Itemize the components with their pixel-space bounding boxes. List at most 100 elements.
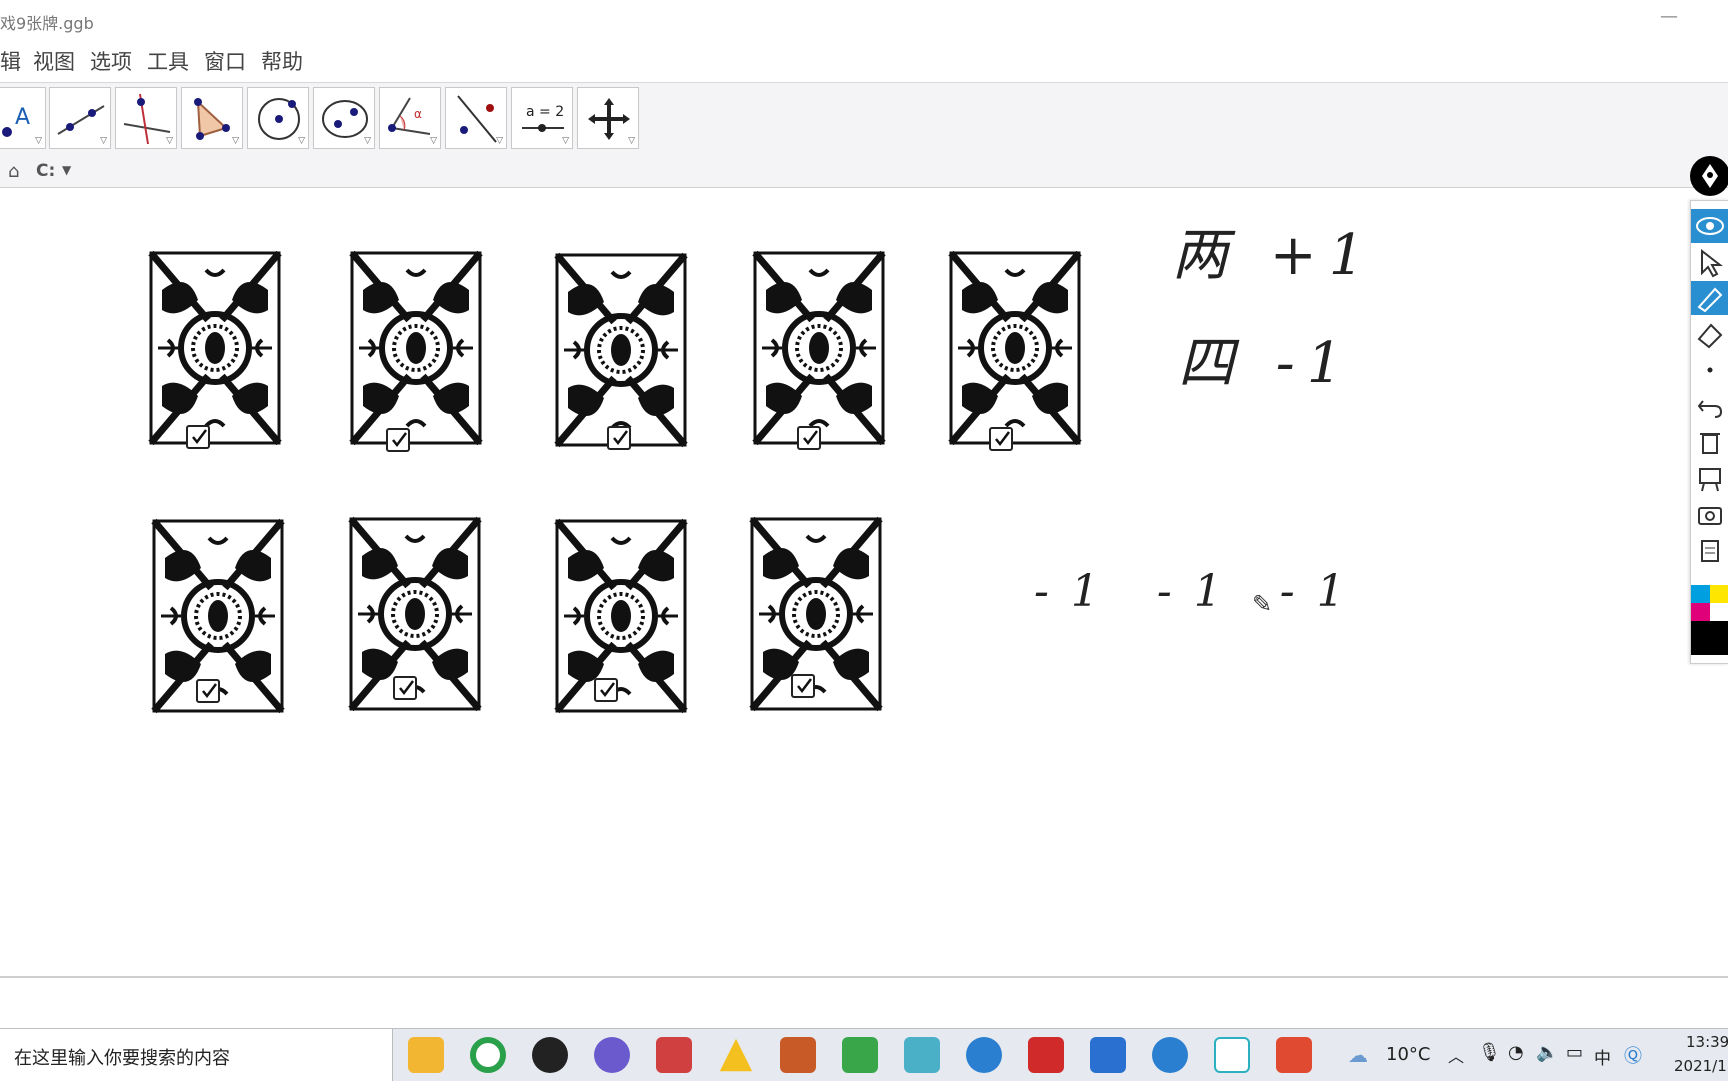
undo-button[interactable]: [1691, 389, 1728, 423]
clipboard-icon: [1701, 540, 1719, 562]
angle-tool-button[interactable]: α ▽: [379, 87, 441, 149]
network-icon[interactable]: ◔: [1508, 1042, 1524, 1063]
reflect-tool-button[interactable]: ▽: [445, 87, 507, 149]
camera-icon: [1698, 507, 1722, 525]
card-checkbox[interactable]: [797, 426, 821, 450]
toolbar: A ▽ ▽ ▽ ▽ ▽ ▽ α ▽ ▽ a = 2 ▽ ▽: [0, 82, 1728, 156]
pencil-cursor-icon: ✎: [1252, 590, 1273, 618]
card-checkbox[interactable]: [791, 674, 815, 698]
handwriting-note-2: 四 -1: [1178, 331, 1355, 396]
color-swatch-cyan[interactable]: [1691, 585, 1710, 603]
polygon-tool-button[interactable]: ▽: [181, 87, 243, 149]
playing-card-back[interactable]: [554, 252, 688, 448]
slider-tool-button[interactable]: a = 2 ▽: [511, 87, 573, 149]
board-icon: [1699, 468, 1721, 492]
playing-card-back[interactable]: [752, 250, 886, 446]
clock-date[interactable]: 2021/1: [1674, 1057, 1727, 1075]
menu-bar: 辑 视图 选项 工具 窗口 帮助: [0, 40, 1728, 80]
eye-icon: [1696, 217, 1724, 235]
chevron-down-icon[interactable]: ▼: [62, 163, 71, 177]
card-checkbox[interactable]: [196, 679, 220, 703]
playing-card-back[interactable]: [148, 250, 282, 446]
card-back-pattern-icon: [554, 518, 688, 714]
card-checkbox[interactable]: [393, 676, 417, 700]
point-tool-button[interactable]: A ▽: [0, 87, 46, 149]
menu-view[interactable]: 视图: [33, 46, 75, 76]
app-b-icon[interactable]: [1152, 1037, 1188, 1073]
app-bird-icon[interactable]: [966, 1037, 1002, 1073]
card-checkbox[interactable]: [607, 426, 631, 450]
color-palette[interactable]: [1691, 585, 1728, 655]
circle-tool-button[interactable]: ▽: [247, 87, 309, 149]
drive-path[interactable]: C:: [36, 161, 55, 181]
menu-options[interactable]: 选项: [90, 46, 132, 76]
pen-nib-icon: [1702, 164, 1718, 188]
eraser-button[interactable]: [1691, 317, 1728, 351]
weather-temperature[interactable]: 10°C: [1386, 1044, 1430, 1065]
app-q-tray-icon[interactable]: Ⓠ: [1624, 1042, 1642, 1068]
clock-time[interactable]: 13:39: [1686, 1033, 1728, 1051]
microphone-icon[interactable]: 🎙: [1478, 1042, 1501, 1063]
delete-button[interactable]: [1691, 425, 1728, 459]
camtasia-icon[interactable]: [842, 1037, 878, 1073]
conic-tool-button[interactable]: ▽: [313, 87, 375, 149]
algebra-input-bar[interactable]: [0, 976, 1728, 1020]
perpendicular-line-tool-button[interactable]: ▽: [115, 87, 177, 149]
checkmark-icon: [399, 680, 414, 696]
file-explorer-icon[interactable]: [408, 1037, 444, 1073]
line-tool-button[interactable]: ▽: [49, 87, 111, 149]
move-graphics-view-button[interactable]: ▽: [577, 87, 639, 149]
search-placeholder: 在这里输入你要搜索的内容: [14, 1048, 230, 1069]
app-folder-icon[interactable]: [904, 1037, 940, 1073]
app-swallow-icon[interactable]: [1090, 1037, 1126, 1073]
card-checkbox[interactable]: [386, 428, 410, 452]
app-stripes-icon[interactable]: [780, 1037, 816, 1073]
eye-toggle-button[interactable]: [1691, 209, 1728, 243]
minimize-button[interactable]: —: [1660, 6, 1678, 27]
color-swatch-magenta[interactable]: [1691, 603, 1710, 621]
app-c-icon[interactable]: [1276, 1037, 1312, 1073]
whiteboard-button[interactable]: [1691, 461, 1728, 495]
xmind-icon[interactable]: [1028, 1037, 1064, 1073]
playing-card-back[interactable]: [554, 518, 688, 714]
pen-button[interactable]: [1691, 281, 1728, 315]
warning-icon[interactable]: [719, 1038, 753, 1072]
screenshot-button[interactable]: [1691, 497, 1728, 531]
menu-window[interactable]: 窗口: [204, 46, 246, 76]
volume-icon[interactable]: 🔈: [1536, 1042, 1558, 1063]
menu-help[interactable]: 帮助: [261, 46, 303, 76]
chevron-up-icon[interactable]: ︿: [1448, 1043, 1464, 1067]
qq-penguin-icon[interactable]: [532, 1037, 568, 1073]
battery-icon[interactable]: ▭: [1566, 1042, 1583, 1063]
card-back-pattern-icon: [554, 252, 688, 448]
taskbar-search-box[interactable]: 在这里输入你要搜索的内容: [0, 1029, 393, 1081]
browser-icon[interactable]: [470, 1037, 506, 1073]
playing-card-back[interactable]: [349, 250, 483, 446]
card-checkbox[interactable]: [989, 427, 1013, 451]
pen-tool-badge[interactable]: [1690, 156, 1728, 196]
color-swatch-yellow[interactable]: [1710, 585, 1728, 603]
playing-card-back[interactable]: [948, 250, 1082, 446]
menu-edit[interactable]: 辑: [0, 46, 21, 76]
weather-cloud-icon[interactable]: ☁: [1348, 1043, 1368, 1067]
app-flower-icon[interactable]: [594, 1037, 630, 1073]
screen-recorder-icon[interactable]: [656, 1037, 692, 1073]
home-icon[interactable]: ⌂: [8, 161, 19, 182]
svg-text:A: A: [15, 105, 30, 130]
select-cursor-button[interactable]: [1691, 245, 1728, 279]
checkmark-icon: [797, 678, 812, 694]
window-title: 戏9张牌.ggb: [0, 14, 94, 33]
graphics-view[interactable]: 两 +1 四 -1 -1 -1 -1 ✎: [0, 188, 1728, 976]
app-rings-icon[interactable]: [1214, 1037, 1250, 1073]
card-checkbox[interactable]: [186, 425, 210, 449]
clipboard-button[interactable]: [1691, 533, 1728, 567]
dot-icon: [1707, 367, 1713, 373]
card-checkbox[interactable]: [594, 678, 618, 702]
menu-tools[interactable]: 工具: [147, 46, 189, 76]
color-swatch-black[interactable]: [1691, 621, 1728, 655]
ime-indicator[interactable]: 中: [1594, 1044, 1611, 1069]
playing-card-back[interactable]: [749, 516, 883, 712]
checkmark-icon: [192, 429, 207, 445]
point-size-button[interactable]: [1691, 353, 1728, 387]
undo-icon: [1697, 400, 1723, 418]
